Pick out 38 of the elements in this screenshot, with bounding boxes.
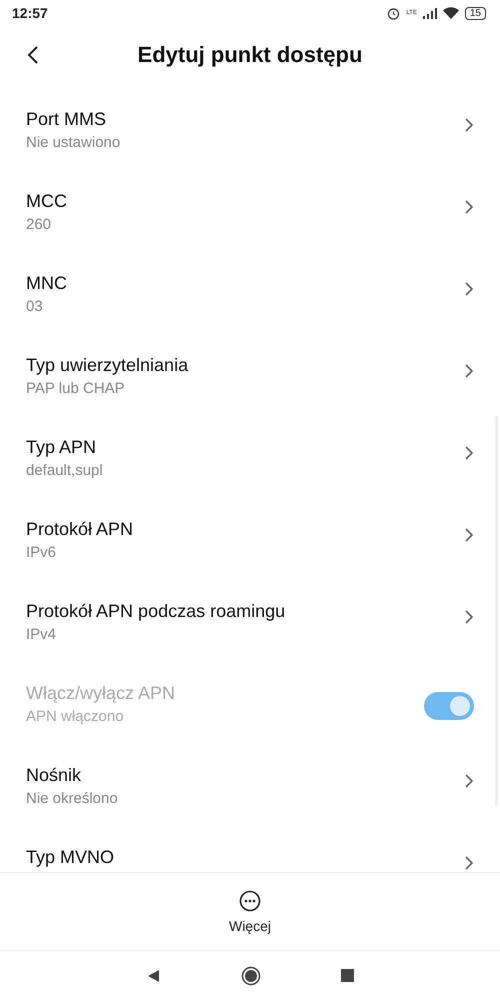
- wifi-icon: [442, 7, 459, 19]
- chevron-icon: [464, 445, 474, 461]
- page-title: Edytuj punkt dostępu: [138, 42, 362, 68]
- chevron-icon: [464, 609, 474, 625]
- back-nav-icon[interactable]: [146, 968, 160, 982]
- setting-title[interactable]: MNC: [26, 272, 67, 294]
- setting-title[interactable]: Typ APN: [26, 436, 103, 458]
- setting-value: 03: [26, 297, 44, 316]
- recents-nav-icon[interactable]: [340, 969, 354, 982]
- setting-value: IPv4: [26, 625, 58, 644]
- chevron-icon: [464, 117, 474, 133]
- chevron-icon: [464, 199, 474, 215]
- battery-level: 15: [464, 6, 486, 20]
- setting-value: 260: [26, 215, 52, 234]
- status-time: 12:57: [12, 5, 48, 21]
- chevron-icon: [464, 773, 474, 789]
- setting-value: IPv6: [26, 543, 58, 562]
- setting-title[interactable]: Typ uwierzytelniania: [26, 354, 188, 376]
- chevron-icon: [464, 281, 474, 297]
- signal-icon: [422, 8, 437, 18]
- setting-value: APN włączono: [26, 707, 125, 726]
- setting-value: Nie określono: [26, 789, 118, 808]
- setting-title[interactable]: Port MMS: [26, 108, 120, 130]
- setting-value: default,supl: [26, 461, 103, 480]
- setting-title[interactable]: Nośnik: [26, 764, 118, 786]
- home-nav-icon[interactable]: [240, 966, 260, 986]
- more-button[interactable]: Więcej: [222, 888, 277, 934]
- chevron-icon: [464, 855, 474, 871]
- chevron-icon: [464, 527, 474, 543]
- setting-title[interactable]: MCC: [26, 190, 67, 212]
- setting-value: Nie ustawiono: [26, 133, 120, 152]
- setting-title[interactable]: Typ MVNO: [26, 846, 114, 868]
- setting-title[interactable]: Protokół APN podczas roamingu: [26, 600, 286, 622]
- setting-title[interactable]: Protokół APN: [26, 518, 134, 540]
- alarm-icon: [387, 6, 400, 20]
- chevron-icon: [464, 363, 474, 379]
- setting-value: PAP lub CHAP: [26, 379, 126, 398]
- more-icon: [238, 890, 261, 912]
